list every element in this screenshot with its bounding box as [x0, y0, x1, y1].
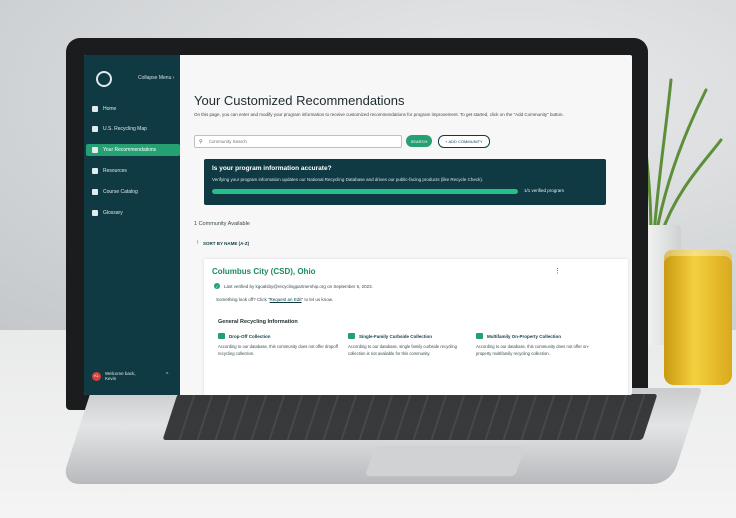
truck-icon: [476, 333, 483, 339]
home-icon: [92, 106, 98, 112]
trophy-icon: [92, 147, 98, 153]
progress-label: 1/1 verified program: [524, 188, 565, 193]
request-edit-text: Something look off? Click "Request an Ed…: [216, 297, 333, 302]
catalog-icon: [92, 189, 98, 195]
dropoff-icon: [218, 333, 225, 339]
yellow-mug: [664, 250, 732, 385]
sidebar: Collapse Menu ‹ Home U.S. Recycling Map …: [84, 55, 180, 395]
sort-button[interactable]: ↑ SORT BY NAME (A-Z): [196, 240, 249, 246]
banner-title: Is your program information accurate?: [212, 165, 332, 172]
search-box[interactable]: ⚲: [194, 135, 402, 148]
verification-progress-bar: [212, 189, 518, 194]
trackpad: [365, 446, 525, 476]
verified-status: ✓ Last verified by kgoalsby@recyclingpar…: [214, 283, 373, 289]
sidebar-item-glossary[interactable]: Glossary: [92, 207, 176, 219]
curbside-collection: Single-Family Curbside Collection Accord…: [348, 333, 457, 356]
sidebar-item-home[interactable]: Home: [92, 103, 176, 115]
multifamily-collection: Multifamily On-Property Collection Accor…: [476, 333, 590, 356]
banner-text: Verifying your program information updat…: [212, 177, 484, 182]
section-title: General Recycling Information: [218, 319, 298, 325]
progress-fill: [212, 189, 518, 194]
add-community-button[interactable]: + ADD COMMUNITY: [438, 135, 490, 148]
check-icon: ✓: [214, 283, 220, 289]
community-count: 1 Community Available: [194, 221, 250, 227]
keyboard: [162, 394, 658, 440]
arrow-up-icon: ↑: [196, 240, 199, 246]
page-title: Your Customized Recommendations: [194, 93, 405, 108]
search-button[interactable]: SEARCH: [406, 135, 432, 147]
resources-icon: [92, 168, 98, 174]
logo-icon: [96, 71, 112, 87]
collapse-menu-button[interactable]: Collapse Menu ‹: [138, 75, 174, 81]
glossary-icon: [92, 210, 98, 216]
sidebar-item-resources[interactable]: Resources: [92, 165, 176, 177]
map-icon: [92, 126, 98, 132]
community-card: Columbus City (CSD), Ohio ⋮ ✓ Last verif…: [204, 259, 628, 395]
avatar: KL: [92, 371, 101, 381]
user-name: Kevin: [105, 376, 117, 381]
verification-banner: Is your program information accurate? Ve…: [204, 159, 606, 205]
search-icon: ⚲: [199, 138, 203, 145]
chevron-up-icon[interactable]: ^: [166, 372, 168, 378]
sidebar-item-recycling-map[interactable]: U.S. Recycling Map: [92, 123, 176, 135]
user-menu[interactable]: KL Welcome back, Kevin: [92, 371, 136, 381]
sidebar-item-recommendations[interactable]: Your Recommendations: [86, 144, 180, 156]
more-options-icon[interactable]: ⋮: [554, 267, 561, 275]
house-icon: [348, 333, 355, 339]
search-input[interactable]: [206, 138, 391, 145]
community-title[interactable]: Columbus City (CSD), Ohio: [212, 267, 316, 276]
laptop-screen: Collapse Menu ‹ Home U.S. Recycling Map …: [84, 55, 632, 395]
main-content: Your Customized Recommendations On this …: [180, 55, 632, 395]
intro-text: On this page, you can enter and modify y…: [194, 112, 564, 117]
sidebar-item-course-catalog[interactable]: Course Catalog: [92, 186, 176, 198]
request-edit-link[interactable]: Request an Edit: [270, 297, 302, 302]
dropoff-collection: Drop-Off Collection According to our dat…: [218, 333, 338, 356]
